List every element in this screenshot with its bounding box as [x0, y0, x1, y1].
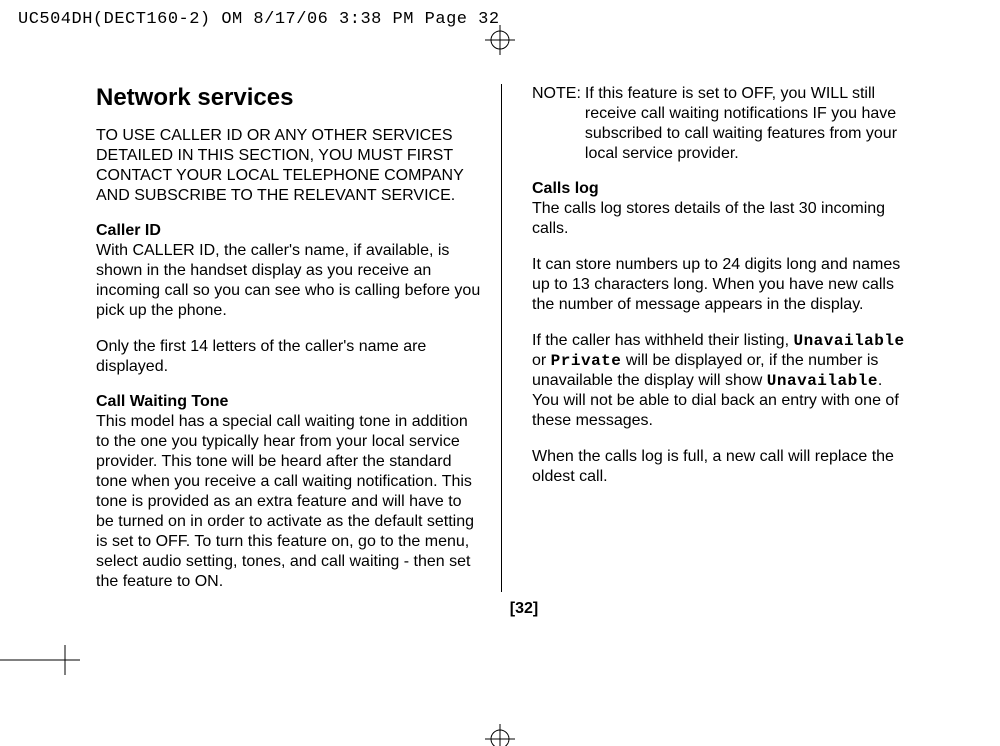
mono-unavailable-1: Unavailable — [793, 332, 904, 350]
page-content: Network services TO USE CALLER ID OR ANY… — [96, 84, 952, 694]
withheld-mid1: or — [532, 352, 551, 369]
page-number: [32] — [96, 600, 952, 618]
mono-unavailable-2: Unavailable — [767, 372, 878, 390]
calls-log-para-1: The calls log stores details of the last… — [532, 199, 906, 239]
crop-mark-top — [485, 25, 515, 55]
note-block: NOTE: If this feature is set to OFF, you… — [532, 84, 906, 164]
note-text: If this feature is set to OFF, you WILL … — [585, 84, 906, 164]
mono-private: Private — [551, 352, 622, 370]
intro-text: TO USE CALLER ID OR ANY OTHER SERVICES D… — [96, 126, 481, 206]
note-label: NOTE: — [532, 84, 585, 164]
caller-id-heading: Caller ID — [96, 222, 481, 240]
print-file-header: UC504DH(DECT160-2) OM 8/17/06 3:38 PM Pa… — [18, 10, 500, 29]
crop-mark-left — [0, 645, 80, 675]
calls-log-full-para: When the calls log is full, a new call w… — [532, 447, 906, 487]
caller-id-para-2: Only the first 14 letters of the caller'… — [96, 337, 481, 377]
crop-mark-bottom — [485, 724, 515, 746]
calls-log-heading: Calls log — [532, 180, 906, 198]
calls-log-para-2: It can store numbers up to 24 digits lon… — [532, 255, 906, 315]
withheld-pre: If the caller has withheld their listing… — [532, 332, 793, 349]
caller-id-para-1: With CALLER ID, the caller's name, if av… — [96, 241, 481, 321]
calls-log-withheld-para: If the caller has withheld their listing… — [532, 331, 906, 431]
right-column: NOTE: If this feature is set to OFF, you… — [501, 84, 906, 592]
page-title: Network services — [96, 84, 481, 112]
call-waiting-para: This model has a special call waiting to… — [96, 412, 481, 592]
call-waiting-heading: Call Waiting Tone — [96, 393, 481, 411]
left-column: Network services TO USE CALLER ID OR ANY… — [96, 84, 501, 592]
